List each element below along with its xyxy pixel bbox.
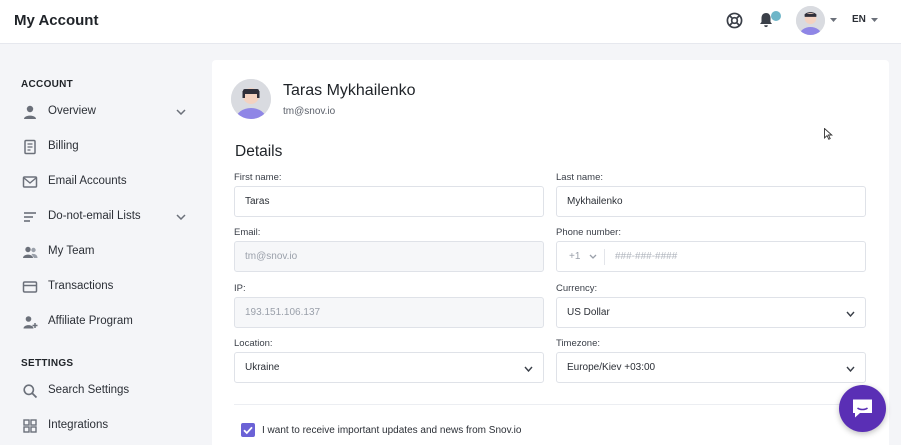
search-icon	[23, 384, 38, 399]
avatar-person-icon	[796, 6, 825, 35]
sidebar-item-do-not-email-lists[interactable]: Do-not-email Lists	[0, 202, 205, 232]
chevron-down-icon[interactable]	[589, 254, 597, 259]
location-select[interactable]: Ukraine	[234, 352, 544, 383]
sidebar-item-search-settings[interactable]: Search Settings	[0, 376, 205, 406]
avatar-person-icon	[231, 79, 271, 119]
section-divider	[234, 404, 867, 405]
currency-value: US Dollar	[567, 307, 610, 318]
avatar-caret-down-icon[interactable]	[830, 18, 837, 23]
email-label: Email:	[234, 227, 261, 238]
mouse-pointer-icon	[824, 128, 833, 140]
sidebar-section-account: ACCOUNT	[21, 79, 74, 90]
profile-avatar[interactable]	[231, 79, 271, 119]
currency-label: Currency:	[556, 283, 598, 294]
sidebar-item-my-team[interactable]: My Team	[0, 237, 205, 267]
currency-select[interactable]: US Dollar	[556, 297, 866, 328]
details-heading: Details	[235, 143, 283, 160]
chat-support-button[interactable]	[839, 385, 886, 432]
team-icon	[23, 246, 38, 258]
help-lifebuoy-icon[interactable]	[726, 12, 743, 29]
sidebar-item-integrations[interactable]: Integrations	[0, 411, 205, 441]
list-icon	[24, 212, 36, 222]
sidebar-item-overview[interactable]: Overview	[0, 97, 205, 127]
sidebar-item-label: Transactions	[48, 280, 114, 292]
chevron-down-icon	[176, 109, 186, 115]
phone-country-code[interactable]: +1	[569, 242, 580, 271]
phone-divider	[604, 249, 605, 265]
phone-placeholder: ###-###-####	[615, 251, 678, 262]
timezone-select[interactable]: Europe/Kiev +03:00	[556, 352, 866, 383]
credit-card-icon	[22, 281, 38, 293]
phone-label: Phone number:	[556, 227, 621, 238]
timezone-value: Europe/Kiev +03:00	[567, 362, 656, 373]
sidebar-item-label: Email Accounts	[48, 175, 127, 187]
first-name-input[interactable]: Taras	[234, 186, 544, 217]
chevron-down-icon	[176, 214, 186, 220]
newsletter-checkbox[interactable]	[241, 423, 255, 437]
envelope-icon	[22, 176, 38, 188]
checkmark-icon	[243, 426, 253, 435]
user-plus-icon	[23, 316, 38, 329]
newsletter-label[interactable]: I want to receive important updates and …	[262, 425, 521, 436]
notification-dot	[771, 11, 781, 21]
sidebar-item-label: Integrations	[48, 419, 109, 431]
chevron-down-icon	[524, 366, 533, 372]
last-name-input[interactable]: Mykhailenko	[556, 186, 866, 217]
profile-email: tm@snov.io	[283, 106, 336, 117]
sidebar-item-label: Billing	[48, 140, 79, 152]
first-name-label: First name:	[234, 172, 282, 183]
sidebar-item-label: My Team	[48, 245, 95, 257]
chat-icon	[853, 399, 872, 418]
sidebar-item-email-accounts[interactable]: Email Accounts	[0, 167, 205, 197]
timezone-label: Timezone:	[556, 338, 600, 349]
sidebar-item-billing[interactable]: Billing	[0, 132, 205, 162]
last-name-label: Last name:	[556, 172, 603, 183]
user-avatar[interactable]	[796, 6, 825, 35]
phone-input[interactable]: +1 ###-###-####	[556, 241, 866, 272]
top-bar: My Account EN	[0, 0, 901, 44]
location-label: Location:	[234, 338, 273, 349]
chevron-down-icon	[846, 366, 855, 372]
sidebar-item-label: Overview	[48, 105, 96, 117]
language-selector[interactable]: EN	[852, 14, 866, 25]
sidebar-item-label: Affiliate Program	[48, 315, 133, 327]
account-details-card: Taras Mykhailenko tm@snov.io Details Fir…	[212, 60, 889, 445]
sidebar-item-affiliate-program[interactable]: Affiliate Program	[0, 307, 205, 337]
email-input: tm@snov.io	[234, 241, 544, 272]
grid-icon	[23, 419, 37, 433]
language-caret-down-icon[interactable]	[871, 18, 878, 23]
ip-input: 193.151.106.137	[234, 297, 544, 328]
sidebar-item-label: Search Settings	[48, 384, 130, 396]
sidebar-item-label: Do-not-email Lists	[48, 210, 141, 222]
sidebar: ACCOUNT Overview Billing Email Accounts	[0, 45, 205, 445]
page-title: My Account	[14, 12, 99, 29]
sidebar-item-transactions[interactable]: Transactions	[0, 272, 205, 302]
chevron-down-icon	[846, 311, 855, 317]
ip-label: IP:	[234, 283, 246, 294]
user-icon	[24, 105, 36, 119]
document-icon	[24, 139, 36, 155]
sidebar-section-settings: SETTINGS	[21, 358, 74, 369]
profile-name: Taras Mykhailenko	[283, 82, 416, 99]
location-value: Ukraine	[245, 362, 280, 373]
